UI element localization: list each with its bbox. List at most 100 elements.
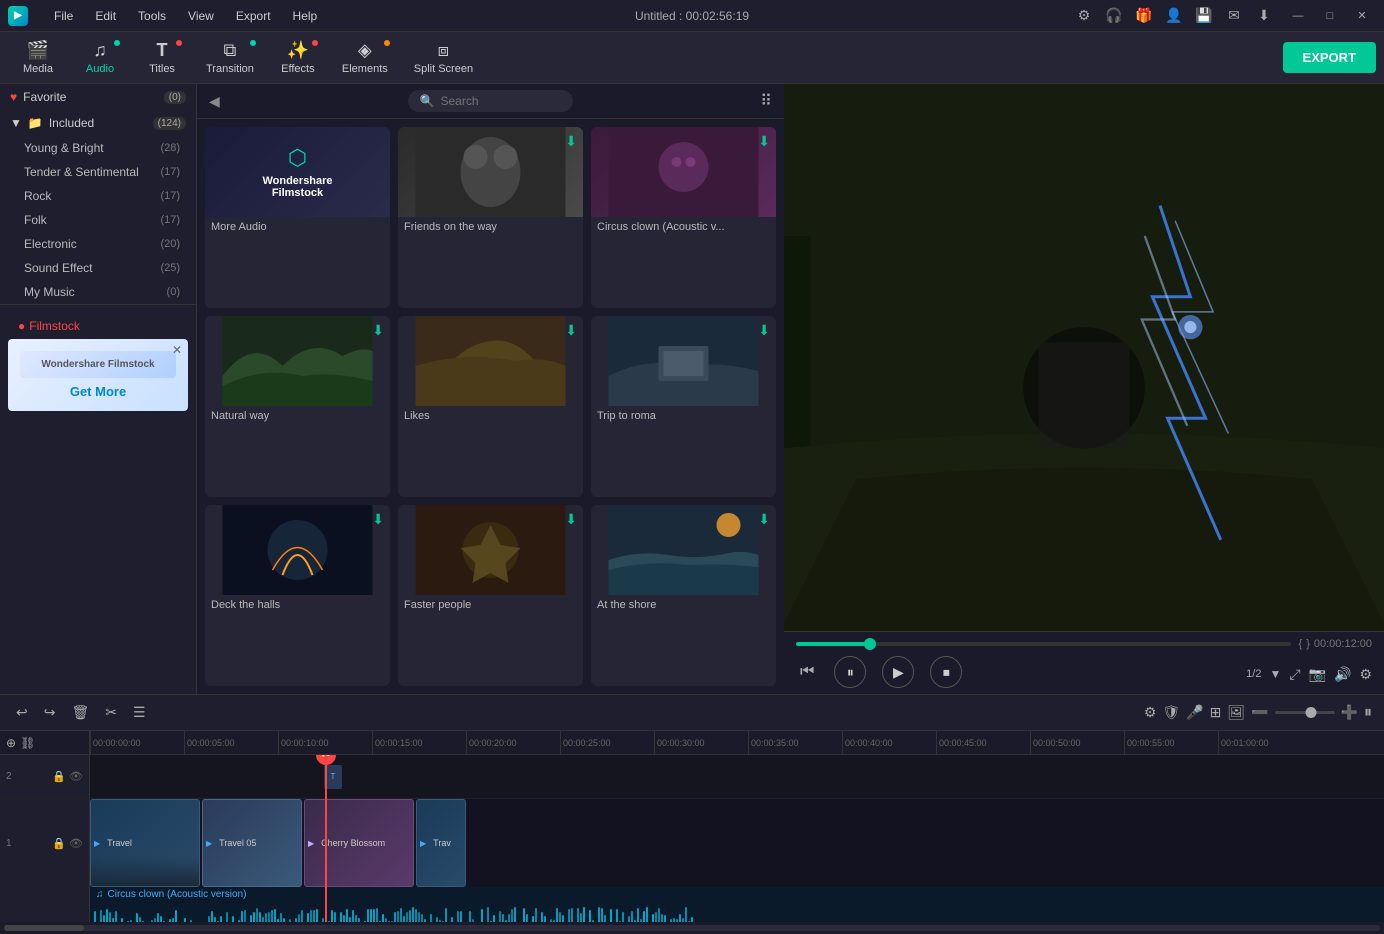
likes-download-icon[interactable]: ⬇	[565, 322, 577, 339]
filmstock-header[interactable]: ● Filmstock	[8, 313, 188, 339]
pause2-icon[interactable]: ⏸	[1364, 704, 1372, 722]
category-electronic[interactable]: Electronic (20)	[0, 232, 196, 256]
filmstock-close[interactable]: ✕	[172, 343, 182, 357]
playhead[interactable]: ✂	[325, 755, 327, 922]
toolbar-elements[interactable]: ◈ Elements	[330, 36, 400, 79]
gift-icon[interactable]: 🎁	[1132, 4, 1156, 28]
toolbar-transition[interactable]: ⧉ Transition	[194, 36, 266, 79]
track-2-eye[interactable]: 👁	[69, 770, 83, 783]
deck-download-icon[interactable]: ⬇	[372, 511, 384, 528]
page-dropdown-icon[interactable]: ▼	[1269, 667, 1281, 681]
link-icon[interactable]: ⛓	[20, 736, 35, 750]
settings-track-icon[interactable]: ☰	[129, 700, 150, 725]
faster-download-icon[interactable]: ⬇	[565, 511, 577, 528]
audio-card-more-audio[interactable]: ⬡ WondershareFilmstock More Audio	[205, 127, 390, 308]
export-button[interactable]: EXPORT	[1283, 42, 1376, 73]
category-young-bright[interactable]: Young & Bright (28)	[0, 136, 196, 160]
audio-card-natural[interactable]: ⬇ Natural way	[205, 316, 390, 497]
minus-icon[interactable]: ➖	[1251, 704, 1268, 721]
audio-card-shore[interactable]: ⬇ At the shore	[591, 505, 776, 686]
track-1-eye[interactable]: 👁	[69, 837, 83, 850]
audio-card-circus[interactable]: ⬇ Circus clown (Acoustic v...	[591, 127, 776, 308]
download-icon[interactable]: ⬇	[1252, 4, 1276, 28]
circus-download-icon[interactable]: ⬇	[758, 133, 770, 150]
maximize-button[interactable]: □	[1316, 5, 1344, 27]
shore-download-icon[interactable]: ⬇	[758, 511, 770, 528]
menu-tools[interactable]: Tools	[128, 5, 176, 27]
trip-download-icon[interactable]: ⬇	[758, 322, 770, 339]
snapshot-icon[interactable]: 📷	[1309, 666, 1326, 683]
user-icon[interactable]: 👤	[1162, 4, 1186, 28]
menu-view[interactable]: View	[178, 5, 224, 27]
video-clip-travel[interactable]: ▶ Travel	[90, 799, 200, 887]
close-button[interactable]: ✕	[1348, 5, 1376, 27]
audio-card-trip[interactable]: ⬇ Trip to roma	[591, 316, 776, 497]
audio-card-deck[interactable]: ⬇ Deck the halls	[205, 505, 390, 686]
email-icon[interactable]: ✉	[1222, 4, 1246, 28]
delete-button[interactable]: 🗑	[67, 700, 93, 725]
stop-button[interactable]: ⏹	[930, 656, 962, 688]
toolbar-audio[interactable]: ♫ Audio	[70, 36, 130, 79]
video-clip-travel05[interactable]: ▶ Travel 05	[202, 799, 302, 887]
skip-back-button[interactable]: ⏮	[796, 659, 818, 685]
menu-file[interactable]: File	[44, 5, 83, 27]
natural-download-icon[interactable]: ⬇	[372, 322, 384, 339]
friends-download-icon[interactable]: ⬇	[565, 133, 577, 150]
cut-button[interactable]: ✂	[101, 700, 121, 725]
filmstock-banner[interactable]: ✕ Wondershare Filmstock Get More	[8, 339, 188, 411]
included-section[interactable]: ▼ 📁 Included (124)	[0, 110, 196, 136]
rock-count: (17)	[160, 190, 180, 202]
menu-help[interactable]: Help	[283, 5, 328, 27]
category-folk[interactable]: Folk (17)	[0, 208, 196, 232]
audio-card-friends[interactable]: ⬇ Friends on the way	[398, 127, 583, 308]
search-input[interactable]	[441, 94, 561, 108]
zoom-slider[interactable]	[1275, 711, 1335, 714]
category-my-music[interactable]: My Music (0)	[0, 280, 196, 304]
headphone-icon[interactable]: 🎧	[1102, 4, 1126, 28]
minimize-button[interactable]: —	[1284, 5, 1312, 27]
redo-button[interactable]: ↪	[40, 700, 60, 725]
progress-bar[interactable]	[796, 642, 1291, 646]
audio-card-likes[interactable]: ⬇ Likes	[398, 316, 583, 497]
collapse-panel-icon[interactable]: ◀	[209, 93, 220, 110]
waveform-bar	[208, 916, 210, 922]
waveform-bar	[643, 911, 645, 922]
category-rock[interactable]: Rock (17)	[0, 184, 196, 208]
toolbar-split-screen[interactable]: ⧈ Split Screen	[402, 36, 485, 79]
scrollbar-thumb[interactable]	[4, 925, 84, 931]
video-clip-cherry[interactable]: ▶ Cherry Blossom	[304, 799, 414, 887]
video-clip-trav[interactable]: ▶ Trav	[416, 799, 466, 887]
settings3-icon[interactable]: ⚙	[1144, 704, 1157, 721]
get-more-button[interactable]: Get More	[20, 384, 176, 399]
track-1-lock[interactable]: 🔒	[52, 837, 66, 850]
category-sound-effect[interactable]: Sound Effect (25)	[0, 256, 196, 280]
settings2-icon[interactable]: ⚙	[1359, 666, 1372, 683]
image-icon[interactable]: 🖼	[1227, 704, 1245, 721]
shore-label: At the shore	[591, 595, 776, 615]
category-tender[interactable]: Tender & Sentimental (17)	[0, 160, 196, 184]
progress-handle[interactable]	[864, 638, 876, 650]
mic-icon[interactable]: 🎤	[1186, 704, 1203, 721]
save-icon[interactable]: 💾	[1192, 4, 1216, 28]
favorite-section[interactable]: ♥ Favorite (0)	[0, 84, 196, 110]
menu-export[interactable]: Export	[226, 5, 281, 27]
fullscreen-icon[interactable]: ⤢	[1289, 666, 1300, 683]
grid-view-icon[interactable]: ⠿	[760, 91, 772, 111]
layers-icon[interactable]: ⊞	[1210, 704, 1222, 721]
undo-button[interactable]: ↩	[12, 700, 32, 725]
menu-edit[interactable]: Edit	[85, 5, 126, 27]
play-button[interactable]: ▶	[882, 656, 914, 688]
volume-icon[interactable]: 🔊	[1334, 666, 1351, 683]
add-track-icon[interactable]: ⊕	[6, 736, 16, 750]
plus-icon[interactable]: ➕	[1341, 704, 1358, 721]
shield-icon[interactable]: 🛡	[1162, 704, 1180, 721]
pause-button[interactable]: ⏸	[834, 656, 866, 688]
zoom-handle[interactable]	[1305, 707, 1316, 718]
toolbar-effects[interactable]: ✨ Effects	[268, 36, 328, 79]
settings-icon[interactable]: ⚙	[1072, 4, 1096, 28]
track-2-lock[interactable]: 🔒	[52, 770, 66, 783]
audio-card-faster[interactable]: ⬇ Faster people	[398, 505, 583, 686]
toolbar-media[interactable]: 🎬 Media	[8, 36, 68, 79]
scrollbar-track[interactable]	[4, 925, 1380, 931]
toolbar-titles[interactable]: T Titles	[132, 36, 192, 79]
